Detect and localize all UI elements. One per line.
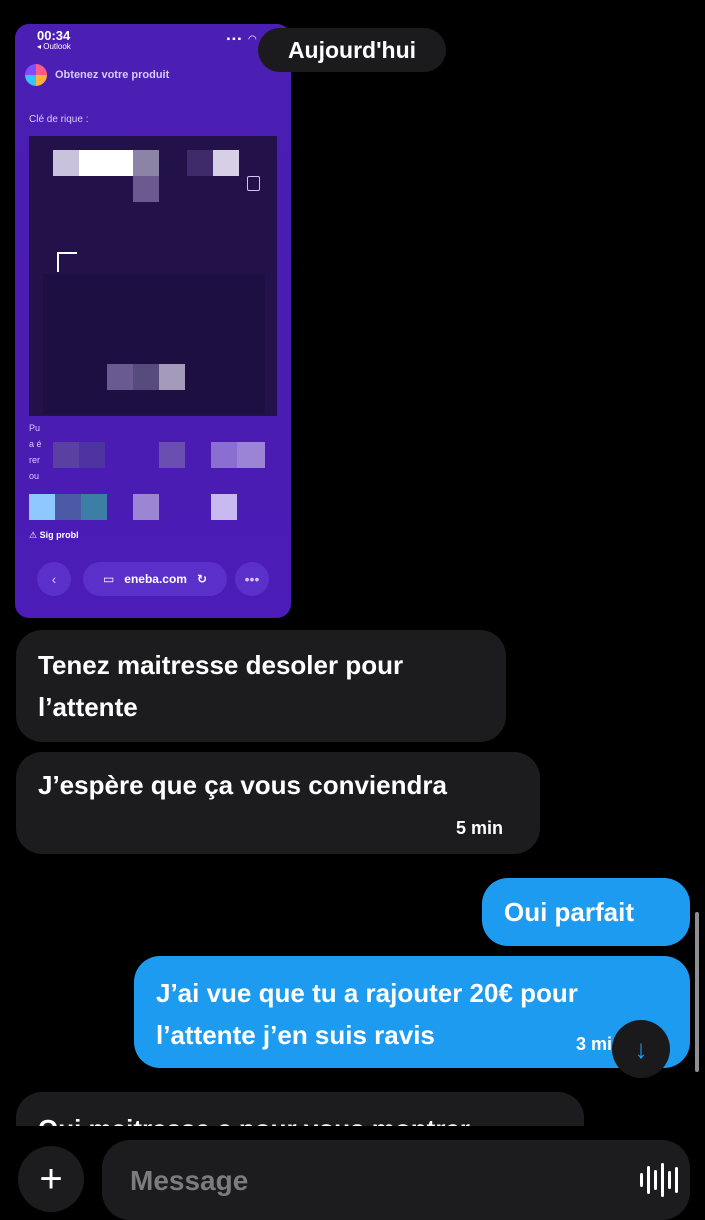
screenshot-url: eneba.com [124,572,187,586]
pixel-block [107,364,133,390]
pixel-block [237,442,265,468]
pixel-block [79,442,105,468]
pixel-block [187,150,213,176]
tabs-icon: ▭ [102,572,115,586]
message-text: J’espère que ça vous conviendra [38,770,447,800]
more-icon: ••• [235,562,269,596]
incoming-message[interactable]: Tenez maitresse desoler pour l’attente [16,630,506,742]
screenshot-warning: ⚠ Sig probl [29,530,79,540]
eneba-logo-icon [25,64,47,86]
pixel-block [159,364,185,390]
pixel-block [133,364,159,390]
scroll-to-bottom-button[interactable]: ↓ [612,1020,670,1078]
pixel-block [159,442,185,468]
screenshot-url-pill: ▭ eneba.com ↻ [83,562,227,596]
message-text-line: J’ai vue que tu a rajouter 20€ pour [156,978,578,1008]
screenshot-key-label: Clé de rique : [29,114,89,125]
screenshot-status-time: 00:34 ◂ Outlook [37,28,71,51]
reload-icon: ↻ [196,572,208,586]
voice-message-icon[interactable] [640,1162,678,1198]
screenshot-url-bar: ‹ ▭ eneba.com ↻ ••• [37,562,269,598]
pixel-block [29,494,55,520]
screenshot-status-back: ◂ Outlook [37,42,71,51]
message-input[interactable] [128,1160,612,1202]
pixel-block [211,442,237,468]
pixel-block [211,494,237,520]
message-timestamp: 5 min [456,818,504,838]
message-text-line: l’attente [38,692,138,722]
pixel-block [133,150,159,176]
pixel-block [133,176,159,202]
message-composer[interactable] [102,1140,690,1220]
date-separator: Aujourd'hui [258,28,446,72]
pixel-block [81,494,107,520]
pixel-block [213,150,239,176]
scrollbar[interactable] [695,912,699,1072]
censored-qr-area [43,274,265,414]
qr-frame-corner-icon [57,252,77,272]
back-arrow-icon: ‹ [37,562,71,596]
message-text: Oui parfait [504,897,635,927]
shared-screenshot-image[interactable]: 00:34 ◂ Outlook ▪▪▪ ◠ ▮ Obtenez votre pr… [15,24,291,618]
copy-icon [247,176,260,191]
message-text-line: Tenez maitresse desoler pour [38,650,404,680]
arrow-down-icon: ↓ [634,1033,648,1064]
screenshot-side-text: Pu a é rer ou [29,423,42,481]
pixel-block [79,150,133,176]
plus-icon: + [39,1156,63,1201]
pixel-block [53,442,79,468]
pixel-block [133,494,159,520]
screenshot-header-title: Obtenez votre produit [55,69,170,81]
pixel-block [55,494,81,520]
outgoing-message[interactable]: Oui parfait [482,878,690,946]
add-attachment-button[interactable]: + [18,1146,84,1212]
pixel-block [53,150,79,176]
screenshot-header: Obtenez votre produit [25,64,169,86]
